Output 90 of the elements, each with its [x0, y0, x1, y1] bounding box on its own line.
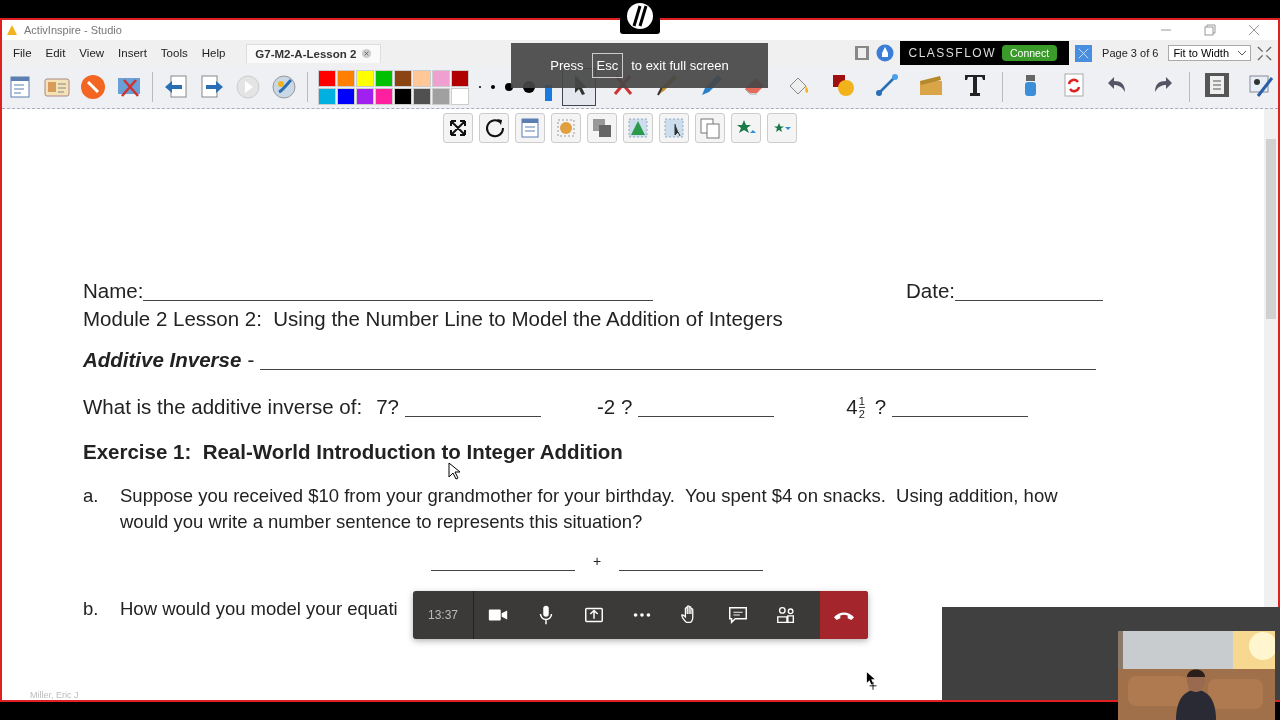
window-title: ActivInspire - Studio	[24, 24, 123, 36]
color-swatch[interactable]	[413, 87, 431, 105]
exercise-heading: Exercise 1: Real-World Introduction to Integer Addition	[83, 439, 624, 465]
color-swatch[interactable]	[356, 87, 374, 105]
shape-icon[interactable]	[830, 72, 856, 98]
color-swatch[interactable]	[413, 69, 431, 87]
close-icon[interactable]	[1248, 24, 1260, 36]
color-swatch[interactable]	[451, 69, 469, 87]
connector-icon[interactable]	[874, 72, 900, 98]
rotate-icon	[483, 117, 505, 139]
color-swatch[interactable]	[318, 69, 336, 87]
pen-size-dot[interactable]	[491, 85, 495, 89]
question-prompt: What is the additive inverse of:	[83, 394, 363, 420]
notice-text: Press	[550, 58, 584, 73]
grid-object-icon	[555, 117, 577, 139]
color-swatch[interactable]	[318, 87, 336, 105]
toolbar-button[interactable]	[659, 113, 689, 143]
exercise-text: How would you model your equati	[120, 597, 398, 621]
toolbar-button[interactable]	[443, 113, 473, 143]
participants-icon[interactable]	[775, 604, 797, 626]
document-icon[interactable]	[854, 45, 871, 61]
layers-icon	[591, 117, 613, 139]
text-tool-icon[interactable]	[962, 72, 988, 98]
page-view-icon[interactable]	[1204, 72, 1230, 98]
color-swatch[interactable]	[375, 87, 393, 105]
color-swatch[interactable]	[451, 87, 469, 105]
menu-item[interactable]: Edit	[38, 47, 73, 59]
menu-item[interactable]: Insert	[111, 47, 154, 59]
cursor-icon	[448, 462, 460, 480]
next-page-icon[interactable]	[199, 74, 225, 100]
menu-item[interactable]: Tools	[153, 47, 195, 59]
close-icon[interactable]	[361, 48, 373, 59]
menu-item[interactable]: View	[72, 47, 112, 59]
app-icon	[6, 24, 18, 36]
date-label: Date:	[906, 278, 955, 304]
zoom-dropdown[interactable]: Fit to Width	[1168, 45, 1251, 61]
fill-in-line[interactable]	[260, 368, 1097, 370]
fill-in-line[interactable]	[143, 299, 654, 301]
color-swatch[interactable]	[394, 69, 412, 87]
fill-in-line[interactable]	[431, 569, 575, 571]
color-swatch[interactable]	[337, 87, 355, 105]
item-letter: b.	[83, 597, 100, 621]
color-swatch[interactable]	[432, 69, 450, 87]
color-swatch[interactable]	[375, 69, 393, 87]
brand-name: CLASSFLOW	[908, 46, 996, 60]
fill-in-line[interactable]	[892, 415, 1029, 417]
question-number: 7?	[376, 394, 399, 420]
connect-button[interactable]: Connect	[1002, 45, 1058, 61]
globe-icon[interactable]	[271, 74, 297, 100]
color-swatch[interactable]	[432, 87, 450, 105]
duplicate-icon	[699, 117, 721, 139]
page-indicator: Page 3 of 6	[1102, 47, 1159, 59]
pen-tool-icon[interactable]	[80, 74, 106, 100]
collapse-icon[interactable]	[1257, 45, 1272, 61]
refresh-page-icon[interactable]	[1061, 72, 1087, 98]
participant-name: Miller, Eric J	[30, 690, 79, 700]
color-swatch[interactable]	[356, 69, 374, 87]
name-label: Name:	[83, 278, 144, 304]
question-mark: ?	[874, 394, 887, 420]
lesson-title: Module 2 Lesson 2: Using the Number Line to Model the Addition of Integers	[83, 306, 784, 332]
notice-text: to exit full screen	[631, 58, 729, 73]
hang-up-button[interactable]	[820, 591, 868, 639]
color-swatch[interactable]	[394, 87, 412, 105]
question-number: -2 ?	[597, 394, 633, 420]
grid-icon[interactable]	[1075, 44, 1093, 62]
menu-item[interactable]: File	[6, 47, 39, 59]
menu-item[interactable]: Help	[194, 47, 233, 59]
key-cap: Esc	[591, 53, 624, 78]
item-letter: a.	[83, 484, 100, 508]
fill-in-line[interactable]	[638, 415, 775, 417]
plus-sign: +	[593, 552, 602, 571]
fit-screen-icon	[447, 117, 469, 139]
rocket-icon[interactable]	[876, 44, 895, 62]
move-cursor-icon	[866, 671, 880, 691]
previous-page-icon[interactable]	[163, 74, 189, 100]
toolbar-button[interactable]	[479, 113, 509, 143]
term-label: Additive Inverse	[83, 347, 242, 373]
color-swatch[interactable]	[337, 69, 355, 87]
document-tab[interactable]: G7-M2-A-Lesson 2	[246, 43, 382, 63]
call-timer: 13:37	[413, 591, 474, 639]
fill-in-line[interactable]	[405, 415, 541, 417]
chat-icon[interactable]	[727, 604, 749, 626]
dash: -	[247, 347, 255, 373]
page-menu-icon	[519, 117, 541, 139]
exercise-text: Suppose you received $10 from your grandmother for your birthday. You spent $4 on snacks. Using addition, how would you write a number sentence to represents this situation?	[120, 484, 1059, 534]
user-pen-icon[interactable]	[1248, 72, 1274, 98]
caret-icon	[1237, 50, 1247, 56]
fill-in-line[interactable]	[955, 299, 1103, 301]
select-grid-icon	[663, 117, 685, 139]
fill-in-line[interactable]	[619, 569, 764, 571]
